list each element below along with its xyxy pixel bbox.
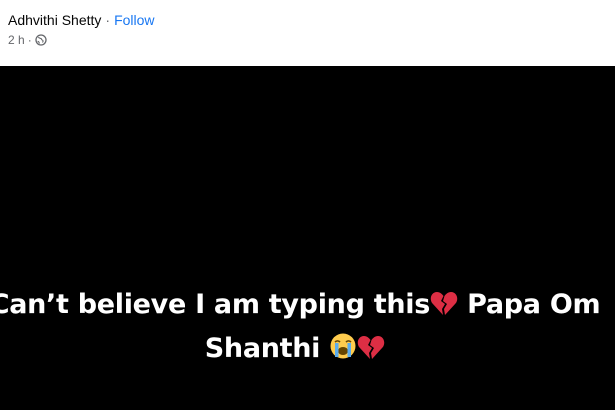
post-text-part-1: Can’t believe I am typing this: [0, 289, 430, 320]
post-header: Adhvithi Shetty · Follow 2 h ·: [0, 0, 615, 66]
crying-face-icon: [329, 331, 357, 372]
post-meta-row: 2 h ·: [8, 32, 47, 48]
post-text-line-2: Shanthi: [0, 328, 615, 372]
post-text: Can’t believe I am typing this Papa Om S…: [0, 284, 615, 372]
post-timestamp[interactable]: 2 h: [8, 33, 25, 47]
globe-icon[interactable]: [35, 34, 47, 46]
meta-separator-dot: ·: [27, 33, 32, 47]
author-name[interactable]: Adhvithi Shetty: [8, 12, 101, 28]
post-text-part-2: Papa Om: [457, 289, 601, 320]
broken-heart-icon: [430, 287, 458, 328]
follow-button[interactable]: Follow: [114, 12, 154, 28]
post-text-part-3: Shanthi: [204, 333, 330, 364]
post-text-background: Can’t believe I am typing this Papa Om S…: [0, 66, 615, 410]
post-text-line-1: Can’t believe I am typing this Papa Om: [0, 284, 615, 328]
broken-heart-icon: [357, 331, 385, 372]
separator-dot: ·: [105, 12, 111, 28]
post-author-row: Adhvithi Shetty · Follow: [8, 11, 155, 29]
